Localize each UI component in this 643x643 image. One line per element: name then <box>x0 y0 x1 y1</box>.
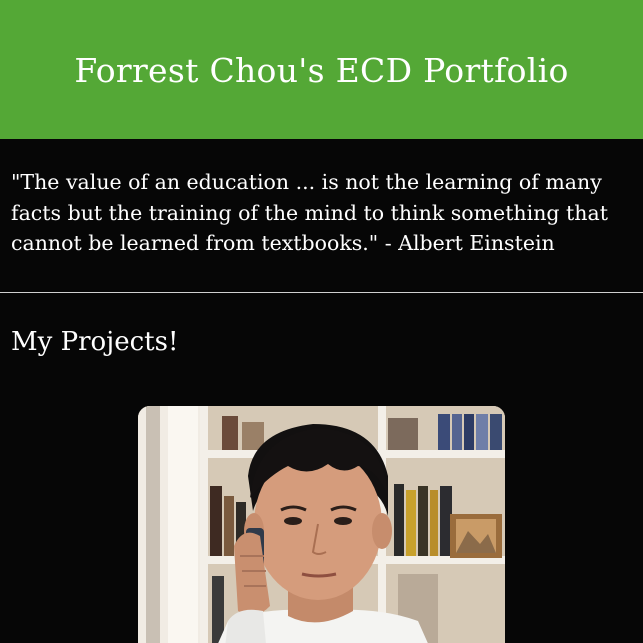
quote-section: "The value of an education ... is not th… <box>0 139 643 292</box>
projects-heading: My Projects! <box>11 327 179 357</box>
einstein-quote: "The value of an education ... is not th… <box>11 170 608 255</box>
page: Forrest Chou's ECD Portfolio "The value … <box>0 0 643 643</box>
portrait-photo[interactable] <box>138 406 505 643</box>
site-header: Forrest Chou's ECD Portfolio <box>0 0 643 139</box>
portrait-photo-image <box>138 406 505 643</box>
page-title: Forrest Chou's ECD Portfolio <box>74 51 569 90</box>
